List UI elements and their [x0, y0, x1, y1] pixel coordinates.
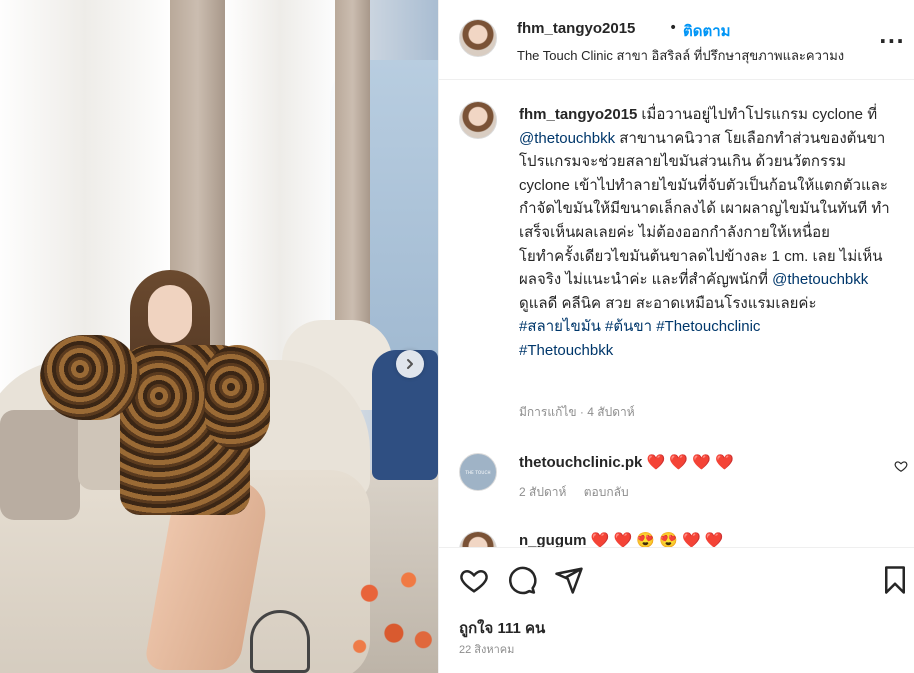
dress-sleeve — [205, 345, 270, 450]
glass-vase — [250, 610, 310, 673]
orange-flowers — [340, 540, 438, 673]
comment-text: thetouchclinic.pk ❤️ ❤️ ❤️ ❤️ — [519, 453, 734, 471]
avatar[interactable] — [459, 531, 497, 547]
bookmark-icon[interactable] — [880, 565, 910, 595]
more-options-button[interactable]: ... — [879, 24, 905, 48]
woman-face — [148, 285, 192, 343]
chevron-right-icon — [407, 359, 413, 369]
avatar[interactable]: THE TOUCH — [459, 453, 497, 491]
share-icon[interactable] — [554, 565, 584, 595]
reply-button[interactable]: ตอบกลับ — [584, 485, 629, 499]
mention-link[interactable]: @thetouchbkk — [772, 271, 868, 288]
pillow — [0, 410, 80, 520]
comment-text: n_gugum ❤️ ❤️ 😍 😍 ❤️ ❤️ — [519, 531, 724, 547]
avatar[interactable] — [459, 19, 497, 57]
avatar[interactable] — [459, 101, 497, 139]
caption-text: fhm_tangyo2015 เมื่อวานอยู่ไปทำโปรแกรม cy… — [519, 103, 899, 363]
comment-meta: 2 สัปดาห์ ตอบกลับ — [519, 483, 643, 502]
comment-icon[interactable] — [507, 565, 537, 595]
post-details-panel: fhm_tangyo2015 • ติดตาม The Touch Clinic… — [438, 0, 914, 673]
comments-section[interactable]: fhm_tangyo2015 เมื่อวานอยู่ไปทำโปรแกรม cy… — [439, 81, 914, 547]
caption-part: ดูแลดี คลีนิค สวย สะอาดเหมือนโรงแรมเลยค่… — [519, 294, 817, 312]
comment-username[interactable]: thetouchclinic.pk — [519, 454, 642, 471]
comment-body: ❤️ ❤️ ❤️ ❤️ — [646, 454, 734, 471]
post-location[interactable]: The Touch Clinic สาขา อิสริลล์ ที่ปรึกษา… — [517, 45, 844, 66]
comment-username[interactable]: n_gugum — [519, 532, 587, 547]
action-bar: ถูกใจ 111 คน 22 สิงหาคม — [439, 547, 914, 673]
caption-part: เมื่อวานอยู่ไปทำโปรแกรม cyclone ที่ — [641, 106, 878, 123]
comment-time: 2 สัปดาห์ — [519, 485, 567, 499]
comment-body: ❤️ ❤️ 😍 😍 ❤️ ❤️ — [590, 532, 724, 547]
follow-button[interactable]: ติดตาม — [683, 19, 731, 43]
post-author-username[interactable]: fhm_tangyo2015 — [517, 20, 635, 37]
mention-link[interactable]: @thetouchbkk — [519, 130, 615, 147]
heart-icon[interactable] — [894, 459, 908, 473]
post-date[interactable]: 22 สิงหาคม — [459, 640, 514, 658]
avatar-logo-text: THE TOUCH — [465, 469, 491, 475]
drape — [335, 0, 370, 360]
heart-icon[interactable] — [459, 565, 489, 595]
dress-sleeve — [40, 335, 140, 420]
like-count[interactable]: ถูกใจ 111 คน — [459, 616, 545, 640]
next-image-button[interactable] — [396, 350, 424, 378]
post-image[interactable] — [0, 0, 438, 673]
separator-dot: • — [669, 20, 678, 36]
caption-meta: มีการแก้ไข · 4 สัปดาห์ — [519, 405, 635, 419]
hashtags[interactable]: #Thetouchbkk — [519, 342, 613, 359]
hashtags[interactable]: #สลายไขมัน #ต้นขา #Thetouchclinic — [519, 318, 760, 335]
caption-username[interactable]: fhm_tangyo2015 — [519, 106, 637, 123]
post-header: fhm_tangyo2015 • ติดตาม The Touch Clinic… — [439, 0, 914, 80]
